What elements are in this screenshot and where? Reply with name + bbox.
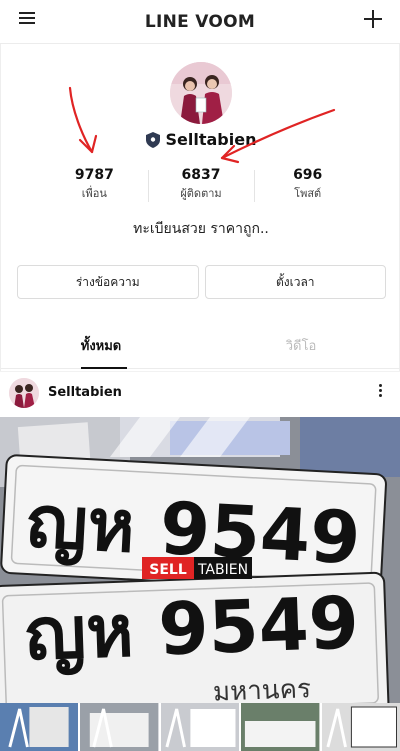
profile-stats: 9787 เพื่อน 6837 ผู้ติดตาม 696 โพสต์ xyxy=(41,166,361,206)
thumbnail[interactable] xyxy=(160,703,240,751)
thumbnail[interactable] xyxy=(80,703,159,751)
content-tabs: ทั้งหมด วิดีโอ xyxy=(1,323,400,369)
plate-2-number: ญห 9549 xyxy=(23,580,360,677)
profile-name: Selltabien xyxy=(165,130,257,149)
more-options-icon[interactable] xyxy=(376,382,384,402)
post-photo[interactable]: ญห 9549 ญห 9549 มหานคร SELL TABIEN xyxy=(0,417,400,703)
tab-video[interactable]: วิดีโอ xyxy=(201,323,400,368)
compose-message-button[interactable]: ร่างข้อความ xyxy=(17,265,199,299)
stat-value: 9787 xyxy=(74,167,114,183)
profile-card: Selltabien 9787 เพื่อน 6837 ผู้ติดตาม 69… xyxy=(0,44,400,371)
tab-all[interactable]: ทั้งหมด xyxy=(1,323,201,369)
profile-bio: ทะเบียนสวย ราคาถูก.. xyxy=(133,221,269,237)
stat-label: ผู้ติดตาม xyxy=(180,187,222,200)
stat-followers[interactable]: 6837 ผู้ติดตาม xyxy=(147,166,255,206)
post-header: Selltabien xyxy=(0,371,400,417)
stat-label: เพื่อน xyxy=(81,187,107,200)
plus-icon[interactable] xyxy=(360,6,386,32)
selltabien-watermark: SELL TABIEN xyxy=(142,557,252,579)
thumbnail[interactable] xyxy=(321,703,400,751)
stat-posts[interactable]: 696 โพสต์ xyxy=(254,166,361,206)
watermark-tabien: TABIEN xyxy=(197,562,248,578)
thumbnail[interactable] xyxy=(241,703,320,751)
post-author-name[interactable]: Selltabien xyxy=(48,385,122,400)
schedule-button[interactable]: ตั้งเวลา xyxy=(204,265,386,299)
post-author-avatar[interactable] xyxy=(9,378,39,408)
profile-name-row: Selltabien xyxy=(1,130,400,149)
profile-actions: ร่างข้อความ ตั้งเวลา xyxy=(17,265,386,299)
post-thumbnails xyxy=(0,703,400,751)
stat-label: โพสต์ xyxy=(294,187,322,200)
shield-badge-icon xyxy=(145,131,160,148)
stat-value: 696 xyxy=(293,167,323,183)
stat-friends[interactable]: 9787 เพื่อน xyxy=(41,166,148,206)
hamburger-menu-icon[interactable] xyxy=(16,9,40,33)
stat-value: 6837 xyxy=(181,167,221,183)
profile-avatar[interactable] xyxy=(170,62,232,124)
watermark-sell: SELL xyxy=(149,562,187,578)
thumbnail[interactable] xyxy=(0,703,79,751)
plate-2-province: มหานคร xyxy=(212,674,311,703)
page-title: LINE VOOM xyxy=(144,11,256,32)
top-bar: LINE VOOM xyxy=(0,0,400,44)
